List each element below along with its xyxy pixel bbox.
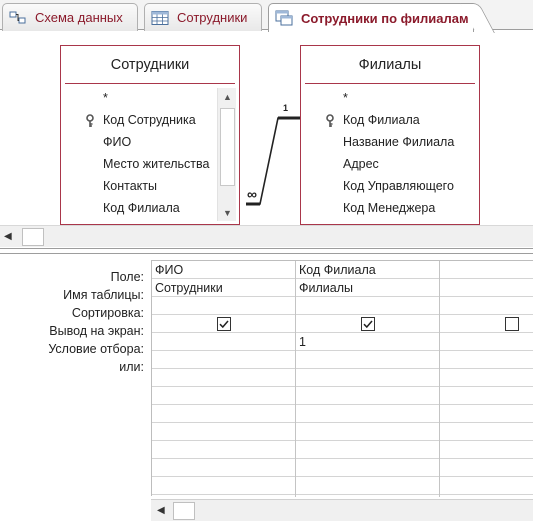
tab-employees-by-branch[interactable]: Сотрудники по филиалам — [268, 3, 474, 32]
table-icon — [151, 10, 169, 26]
tab-relationships[interactable]: Схема данных — [2, 3, 138, 31]
row-label-or: или: — [119, 360, 144, 374]
scroll-thumb[interactable] — [220, 108, 235, 186]
grid-criteria-cell[interactable]: 1 — [296, 335, 306, 349]
query-design-pane: Сотрудники * Код Сотрудника ФИО Место жи… — [0, 31, 533, 225]
grid-field-cell[interactable]: ФИО — [152, 263, 183, 277]
field-item-all[interactable]: * — [61, 87, 239, 109]
tab-label: Сотрудники по филиалам — [301, 10, 469, 26]
field-item[interactable]: Адрес — [301, 153, 479, 175]
field-item[interactable]: Контакты — [61, 175, 239, 197]
field-item[interactable]: Название Филиала — [301, 131, 479, 153]
field-list-title[interactable]: Филиалы — [305, 46, 475, 84]
row-label-field: Поле: — [110, 270, 144, 284]
field-list-branches[interactable]: Филиалы * Код Филиала Название Филиала А… — [300, 45, 480, 225]
scroll-left-arrow-icon[interactable]: ◀ — [157, 505, 165, 516]
relationship-many-label: ∞ — [247, 186, 257, 202]
scroll-thumb[interactable] — [173, 502, 195, 520]
grid-horizontal-scrollbar[interactable]: ◀ — [151, 499, 533, 521]
query-design-grid[interactable]: ФИО Сотрудники Код Филиала Филиалы 1 — [151, 260, 533, 497]
field-list-scrollbar[interactable]: ▲ ▼ — [217, 88, 236, 221]
field-item-key[interactable]: Код Филиала — [301, 109, 479, 131]
scroll-left-arrow-icon[interactable]: ◀ — [4, 231, 12, 242]
grid-field-cell[interactable]: Код Филиала — [296, 263, 376, 277]
show-checkbox[interactable] — [361, 317, 375, 331]
grid-table-cell[interactable]: Сотрудники — [152, 281, 223, 295]
show-checkbox[interactable] — [505, 317, 519, 331]
row-label-criteria: Условие отбора: — [48, 342, 144, 356]
field-item[interactable]: Код Менеджера — [301, 197, 479, 219]
row-label-table: Имя таблицы: — [63, 288, 144, 302]
query-icon — [275, 10, 293, 26]
tab-label: Сотрудники — [177, 10, 248, 25]
relationships-icon — [9, 10, 27, 26]
scroll-down-arrow-icon[interactable]: ▼ — [218, 204, 237, 221]
field-item-key[interactable]: Код Сотрудника — [61, 109, 239, 131]
field-list-title[interactable]: Сотрудники — [65, 46, 235, 84]
primary-key-icon — [325, 113, 335, 127]
row-label-sort: Сортировка: — [71, 306, 144, 320]
row-label-show: Вывод на экран: — [49, 324, 144, 338]
field-label: Код Филиала — [343, 113, 420, 127]
tab-employees[interactable]: Сотрудники — [144, 3, 262, 31]
document-tab-bar: Схема данных Сотрудники Сотрудники по фи… — [0, 0, 533, 32]
field-item[interactable]: Код Управляющего — [301, 175, 479, 197]
field-item[interactable]: Код Филиала — [61, 197, 239, 219]
show-checkbox[interactable] — [217, 317, 231, 331]
field-label: Код Сотрудника — [103, 113, 196, 127]
query-grid-pane: Поле: Имя таблицы: Сортировка: Вывод на … — [0, 254, 533, 524]
grid-table-cell[interactable]: Филиалы — [296, 281, 353, 295]
scroll-thumb[interactable] — [22, 228, 44, 246]
scroll-up-arrow-icon[interactable]: ▲ — [218, 88, 237, 105]
field-item[interactable]: ФИО — [61, 131, 239, 153]
field-list-employees[interactable]: Сотрудники * Код Сотрудника ФИО Место жи… — [60, 45, 240, 225]
tab-label: Схема данных — [35, 10, 123, 25]
primary-key-icon — [85, 113, 95, 127]
field-item[interactable]: Место жительства — [61, 153, 239, 175]
field-item-all[interactable]: * — [301, 87, 479, 109]
relationship-one-label: 1 — [283, 103, 289, 113]
design-pane-horizontal-scrollbar[interactable]: ◀ — [0, 225, 533, 247]
